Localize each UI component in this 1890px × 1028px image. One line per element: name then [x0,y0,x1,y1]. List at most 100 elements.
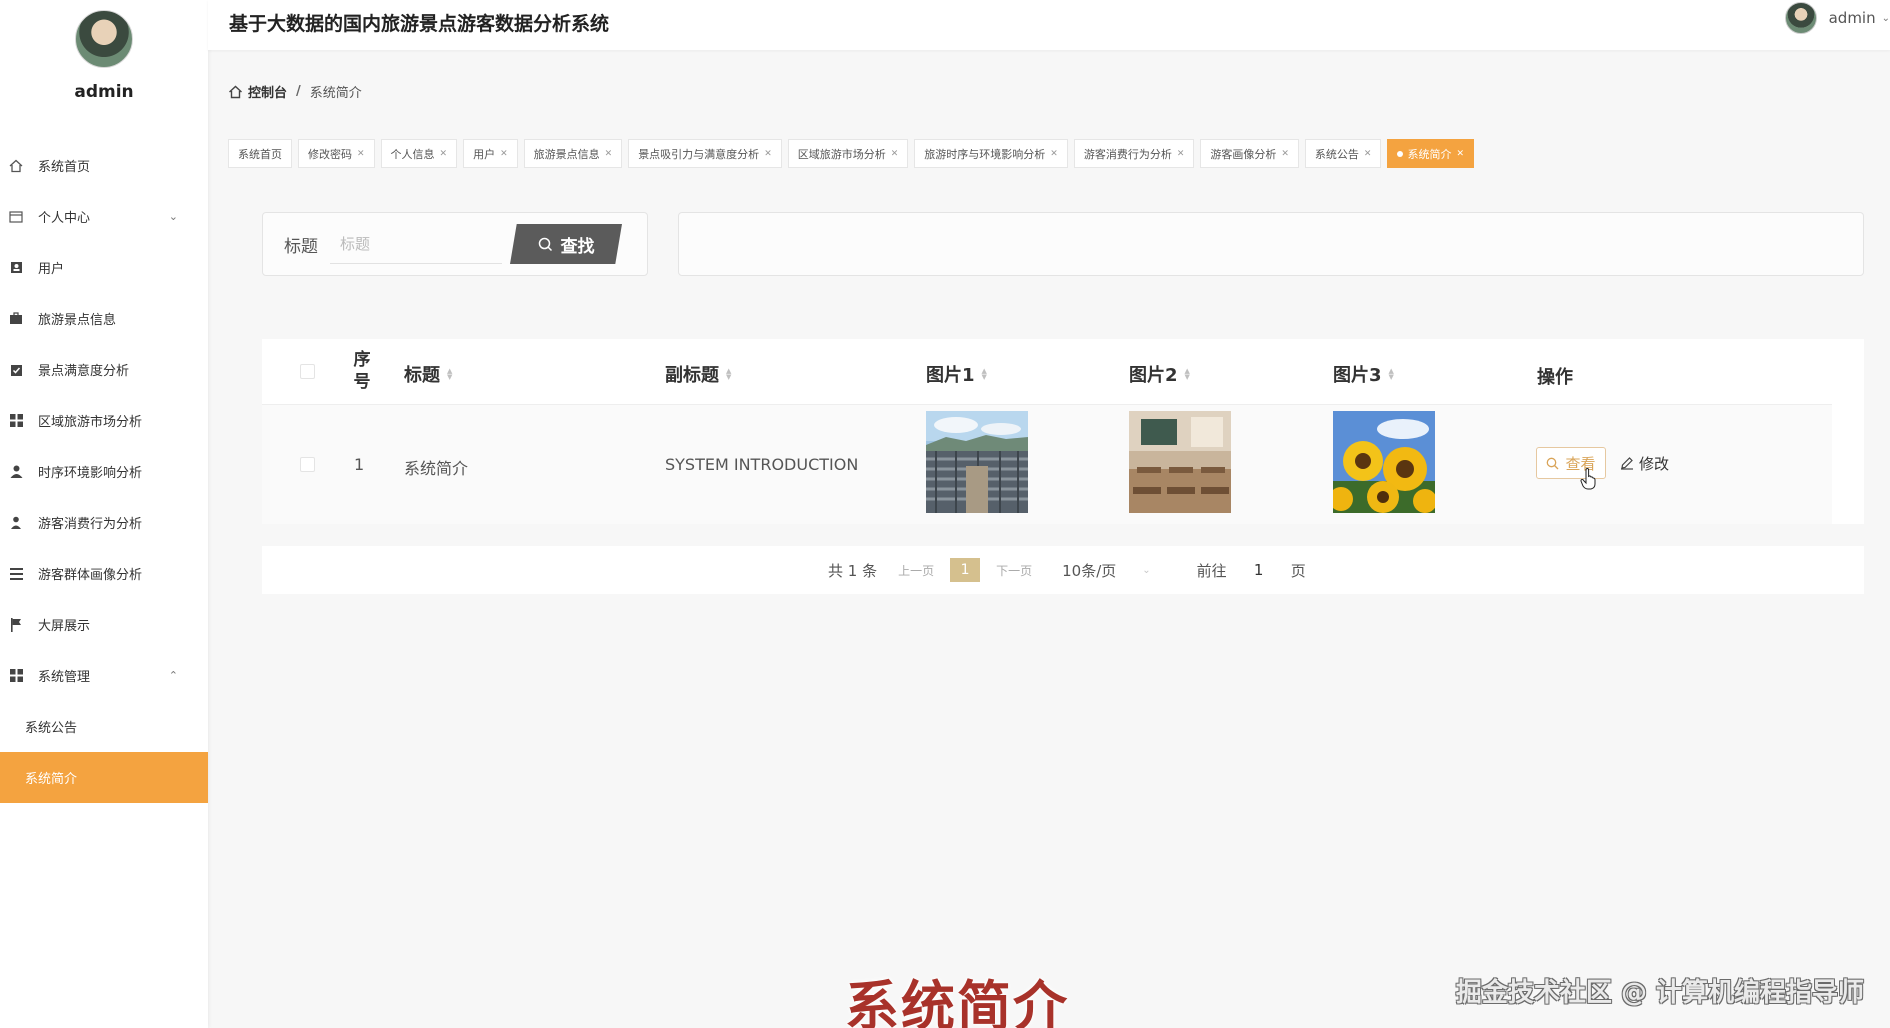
town-rooftops-photo[interactable] [926,411,1028,513]
watermark: 掘金技术社区 @ 计算机编程指导师 [1455,978,1864,1008]
sidebar-item-system-management[interactable]: 系统管理 ⌃ [0,650,208,701]
tag-label: 区域旅游市场分析 [797,147,886,161]
profile-name: admin [74,82,134,102]
sort-icon[interactable]: ▲ ▼ [726,368,731,381]
close-icon[interactable]: ✕ [1364,149,1372,159]
cell-title: 系统简介 [404,459,469,478]
tag-label: 游客消费行为分析 [1083,147,1172,161]
tag-label: 修改密码 [308,147,352,161]
chevron-down-icon: ⌄ [168,210,178,223]
header-image3[interactable]: 图片3 ▲ ▼ [1333,361,1394,387]
close-icon[interactable]: ✕ [440,149,448,159]
person-icon [8,515,24,531]
avatar[interactable] [75,10,133,68]
header-label: 图片3 [1333,365,1382,386]
chevron-down-icon: ⌄ [1881,12,1890,24]
page-number-1[interactable]: 1 [950,558,981,582]
sidebar-item-label: 用户 [38,262,65,277]
header-label: 图片2 [1129,365,1178,386]
pagination: 共 1 条 上一页 1 下一页 10条/页 ⌄ 前往 页 [828,546,1306,594]
prev-page-button[interactable]: 上一页 [898,562,934,579]
sidebar-item-temporal-env[interactable]: 时序环境影响分析 [0,446,208,497]
tag-consumption[interactable]: 游客消费行为分析 ✕ [1073,139,1195,168]
tag-label: 系统公告 [1314,147,1359,161]
search-icon [1547,457,1559,469]
next-page-button[interactable]: 下一页 [996,562,1032,579]
goto-label: 前往 [1196,561,1227,580]
header-image2[interactable]: 图片2 ▲ ▼ [1129,361,1190,387]
page-size-select[interactable]: 10条/页 ⌄ [1062,560,1151,581]
sidebar-item-consumption[interactable]: 游客消费行为分析 [0,497,208,548]
cell-index: 1 [354,455,365,474]
tag-announcement[interactable]: 系统公告 ✕ [1304,139,1382,168]
goto-page-input[interactable] [1240,556,1277,584]
sort-icon[interactable]: ▲ ▼ [1185,368,1190,381]
header-index: 序号 [353,350,371,392]
title-search-input[interactable] [330,224,502,264]
sidebar-subitem-announcement[interactable]: 系统公告 [0,701,208,752]
sidebar-item-regional-market[interactable]: 区域旅游市场分析 [0,395,208,446]
close-icon[interactable]: ✕ [891,149,899,159]
briefcase-icon [8,311,24,327]
tag-portrait[interactable]: 游客画像分析 ✕ [1200,139,1299,168]
sort-icon[interactable]: ▲ ▼ [447,368,452,381]
header-title[interactable]: 标题 ▲ ▼ [404,361,452,387]
header-subtitle[interactable]: 副标题 ▲ ▼ [665,361,731,387]
tag-system-intro[interactable]: 系统简介 ✕ [1387,139,1475,168]
search-button[interactable]: 查找 [510,224,622,264]
close-icon[interactable]: ✕ [605,149,613,159]
sidebar-profile: admin [0,0,208,140]
sidebar-subitem-system-intro[interactable]: 系统简介 [0,752,208,803]
header-image1[interactable]: 图片1 ▲ ▼ [926,361,987,387]
tag-attraction-satisfaction[interactable]: 景点吸引力与满意度分析 ✕ [628,139,782,168]
tag-label: 旅游景点信息 [533,147,600,161]
close-icon[interactable]: ✕ [1281,149,1289,159]
sidebar-item-personal-center[interactable]: 个人中心 ⌄ [0,191,208,242]
header-label: 标题 [404,365,440,386]
sidebar-item-scenic-info[interactable]: 旅游景点信息 [0,293,208,344]
row-checkbox[interactable] [300,457,315,472]
breadcrumb-home[interactable]: 控制台 [248,82,287,101]
tag-users[interactable]: 用户 ✕ [463,139,518,168]
close-icon[interactable]: ✕ [1456,149,1464,159]
sidebar-item-label: 时序环境影响分析 [38,466,143,481]
close-icon[interactable]: ✕ [500,149,508,159]
sidebar-item-big-screen[interactable]: 大屏展示 [0,599,208,650]
sidebar-item-portrait[interactable]: 游客群体画像分析 [0,548,208,599]
tag-label: 系统简介 [1407,147,1452,161]
sunflowers-photo[interactable] [1333,411,1435,513]
breadcrumb: 控制台 / 系统简介 [228,82,362,101]
classroom-photo[interactable] [1129,411,1231,513]
tag-temporal-env[interactable]: 旅游时序与环境影响分析 ✕ [914,139,1068,168]
close-icon[interactable]: ✕ [1050,149,1058,159]
sidebar-item-home[interactable]: 系统首页 [0,140,208,191]
sort-icon[interactable]: ▲ ▼ [982,368,987,381]
tag-label: 用户 [473,147,496,161]
tag-change-password[interactable]: 修改密码 ✕ [298,139,375,168]
user-menu[interactable]: admin ⌄ [1784,2,1890,34]
close-icon[interactable]: ✕ [357,149,365,159]
close-icon[interactable]: ✕ [764,149,772,159]
sidebar-item-label: 区域旅游市场分析 [38,415,143,430]
sidebar-item-satisfaction[interactable]: 景点满意度分析 [0,344,208,395]
grid-icon [8,413,24,429]
active-dot [1397,150,1404,157]
table-header: 序号 标题 ▲ ▼ 副标题 ▲ ▼ 图片1 ▲ ▼ 图片2 ▲ ▼ 图片3 ▲ ▼ 操作 [262,339,1832,405]
close-icon[interactable]: ✕ [1177,149,1185,159]
sidebar-item-label: 个人中心 [38,211,91,226]
tag-regional-market[interactable]: 区域旅游市场分析 ✕ [787,139,909,168]
action-panel [678,212,1864,276]
user-avatar [1784,2,1817,34]
sidebar-item-users[interactable]: 用户 [0,242,208,293]
select-all-checkbox[interactable] [300,364,315,379]
goto-suffix: 页 [1290,561,1306,580]
sort-icon[interactable]: ▲ ▼ [1389,368,1394,381]
search-icon [538,237,552,251]
tag-personal-info[interactable]: 个人信息 ✕ [380,139,458,168]
app-title: 基于大数据的国内旅游景点游客数据分析系统 [229,13,610,35]
edit-button[interactable]: 修改 [1620,447,1669,479]
top-header: 基于大数据的国内旅游景点游客数据分析系统 admin ⌄ [208,0,1890,50]
home-icon [8,158,24,174]
tag-home[interactable]: 系统首页 [228,139,292,168]
tag-scenic-info[interactable]: 旅游景点信息 ✕ [523,139,623,168]
